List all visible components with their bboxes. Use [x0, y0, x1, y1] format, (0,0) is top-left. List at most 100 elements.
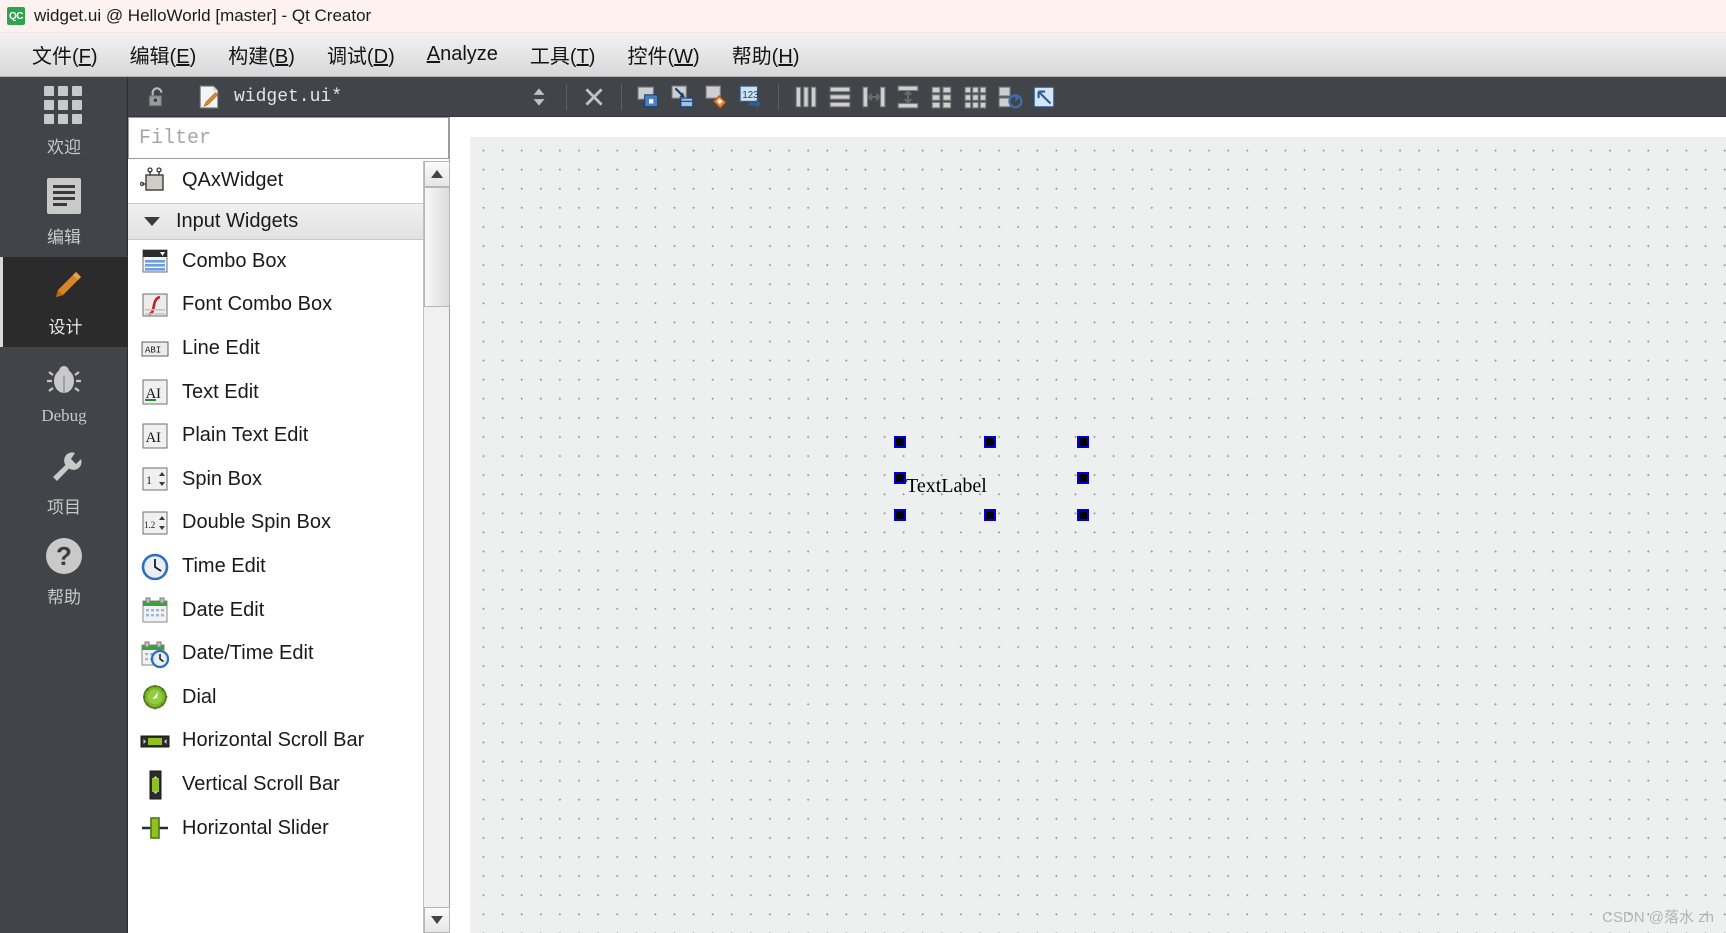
selection-handle[interactable]: [894, 472, 906, 484]
ui-file-icon: [192, 81, 226, 113]
widget-item-spin-box[interactable]: 1 Spin Box: [128, 458, 449, 502]
menu-item-analyze[interactable]: Analyze: [411, 39, 514, 70]
pencil-icon: [55, 272, 81, 297]
plaintext-icon: AI: [142, 423, 168, 449]
mode-item-welcome[interactable]: 欢迎: [0, 77, 128, 167]
widget-item-text-edit[interactable]: A I Text Edit: [128, 370, 449, 414]
unlock-icon[interactable]: [140, 81, 174, 113]
mode-item-projects[interactable]: 项目: [0, 437, 128, 527]
widget-category-input-widgets[interactable]: Input Widgets: [128, 202, 449, 240]
widget-item-label: Horizontal Scroll Bar: [182, 729, 365, 752]
edit-widgets-icon[interactable]: [632, 81, 666, 113]
mode-item-debug[interactable]: Debug: [0, 347, 128, 437]
widget-item-label: Date/Time Edit: [182, 642, 314, 665]
menu-item-file[interactable]: 文件(F): [16, 36, 114, 73]
selection-handle[interactable]: [894, 509, 906, 521]
combobox-icon: [142, 249, 168, 273]
close-x-icon[interactable]: [577, 81, 611, 113]
widget-item-plain-text-edit[interactable]: A I Plain Text Edit: [128, 414, 449, 458]
widget-item-date-edit[interactable]: Date Edit: [128, 588, 449, 632]
selection-handle[interactable]: [894, 436, 906, 448]
widget-item-date-time-edit[interactable]: Date/Time Edit: [128, 632, 449, 676]
widget-item-label: Combo Box: [182, 249, 287, 272]
mode-item-label: 项目: [47, 498, 81, 517]
menu-item-widget[interactable]: 控件(W): [611, 36, 715, 73]
document-icon: [47, 178, 81, 214]
menu-item-help[interactable]: 帮助(H): [716, 36, 816, 73]
design-canvas-area[interactable]: TextLabel CSDN @落水 zh: [450, 117, 1726, 933]
widget-item-horizontal-scroll-bar[interactable]: Horizontal Scroll Bar: [128, 719, 449, 763]
svg-text:I: I: [156, 386, 161, 402]
mode-item-label: 帮助: [47, 588, 81, 607]
widget-item-dial[interactable]: Dial: [128, 676, 449, 720]
datetimeedit-icon: [141, 641, 170, 668]
timeedit-icon: [141, 553, 169, 580]
hscrollbar-icon: [140, 735, 170, 748]
updown-arrows-icon[interactable]: [522, 81, 556, 113]
widget-item-qaxwidget[interactable]: QAxWidget: [128, 159, 449, 203]
form-editor[interactable]: TextLabel CSDN @落水 zh: [470, 137, 1726, 933]
selection-handle[interactable]: [1077, 472, 1089, 484]
widget-item-label: Horizontal Slider: [182, 816, 329, 839]
dateedit-icon: [142, 597, 168, 623]
qt-creator-logo-icon: QC: [7, 7, 25, 25]
edit-tab-order-icon[interactable]: 123: [734, 81, 768, 113]
open-file-name[interactable]: widget.ui*: [234, 87, 342, 107]
selection-handle[interactable]: [1077, 436, 1089, 448]
widget-item-vertical-scroll-bar[interactable]: Vertical Scroll Bar: [128, 763, 449, 807]
text-label-widget[interactable]: TextLabel: [906, 475, 987, 498]
menu-item-edit[interactable]: 编辑(E): [114, 36, 213, 73]
widget-item-time-edit[interactable]: Time Edit: [128, 545, 449, 589]
window-title: widget.ui @ HelloWorld [master] - Qt Cre…: [34, 6, 372, 25]
widget-box-panel: QAxWidget Input Widgets Combo Box Font Comb…: [128, 117, 450, 933]
mode-item-label: 编辑: [47, 228, 81, 247]
edit-buddies-icon[interactable]: [700, 81, 734, 113]
splitter-vertical-icon[interactable]: [891, 81, 925, 113]
dspinbox-icon: 1.2: [142, 511, 168, 535]
adjust-size-icon[interactable]: [1027, 81, 1061, 113]
qaxwidget-icon: [140, 167, 164, 191]
widget-item-line-edit[interactable]: ABI Line Edit: [128, 327, 449, 371]
toolbar-divider-3: [778, 83, 780, 110]
svg-text:1.2: 1.2: [144, 520, 155, 530]
toolbar-divider-1: [566, 83, 568, 110]
widget-item-label: Double Spin Box: [182, 511, 331, 534]
menu-item-debug[interactable]: 调试(D): [311, 36, 411, 73]
mode-item-help[interactable]: ? 帮助: [0, 527, 128, 617]
wrench-icon: [53, 452, 82, 481]
widget-item-double-spin-box[interactable]: 1.2 Double Spin Box: [128, 501, 449, 545]
lineedit-icon: ABI: [141, 341, 169, 357]
layout-horizontal-icon[interactable]: [789, 81, 823, 113]
toolbar-divider-2: [621, 83, 623, 110]
layout-vertical-icon[interactable]: [823, 81, 857, 113]
edit-signals-slots-icon[interactable]: [666, 81, 700, 113]
svg-text:123: 123: [742, 90, 758, 101]
menu-item-tools[interactable]: 工具(T): [514, 36, 612, 73]
scrollbar-thumb[interactable]: [424, 187, 450, 307]
widget-item-font-combo-box[interactable]: Font Combo Box: [128, 283, 449, 327]
widget-item-horizontal-slider[interactable]: Horizontal Slider: [128, 806, 449, 850]
chevron-up-icon: [431, 170, 443, 178]
widget-item-label: Vertical Scroll Bar: [182, 773, 340, 796]
widget-item-label: Text Edit: [182, 380, 259, 403]
break-layout-icon[interactable]: [993, 81, 1027, 113]
caret-down-icon[interactable]: [144, 216, 160, 226]
layout-grid-icon[interactable]: [959, 81, 993, 113]
layout-form-icon[interactable]: [925, 81, 959, 113]
filter-box[interactable]: [128, 117, 449, 159]
selection-handle[interactable]: [984, 436, 996, 448]
widget-list[interactable]: QAxWidget Input Widgets Combo Box Font Comb…: [128, 159, 449, 933]
menu-item-build[interactable]: 构建(B): [212, 36, 311, 73]
mode-item-design[interactable]: 设计: [0, 257, 128, 347]
scroll-down-button[interactable]: [424, 907, 450, 933]
help-question-icon: ?: [46, 538, 82, 574]
selection-handle[interactable]: [984, 509, 996, 521]
mode-item-edit[interactable]: 编辑: [0, 167, 128, 257]
widget-item-combo-box[interactable]: Combo Box: [128, 240, 449, 284]
splitter-horizontal-icon[interactable]: [857, 81, 891, 113]
selection-handle[interactable]: [1077, 509, 1089, 521]
widget-item-label: Time Edit: [182, 555, 266, 578]
widget-list-scrollbar[interactable]: [423, 161, 450, 933]
search-input[interactable]: [139, 126, 448, 150]
scroll-up-button[interactable]: [424, 161, 450, 187]
